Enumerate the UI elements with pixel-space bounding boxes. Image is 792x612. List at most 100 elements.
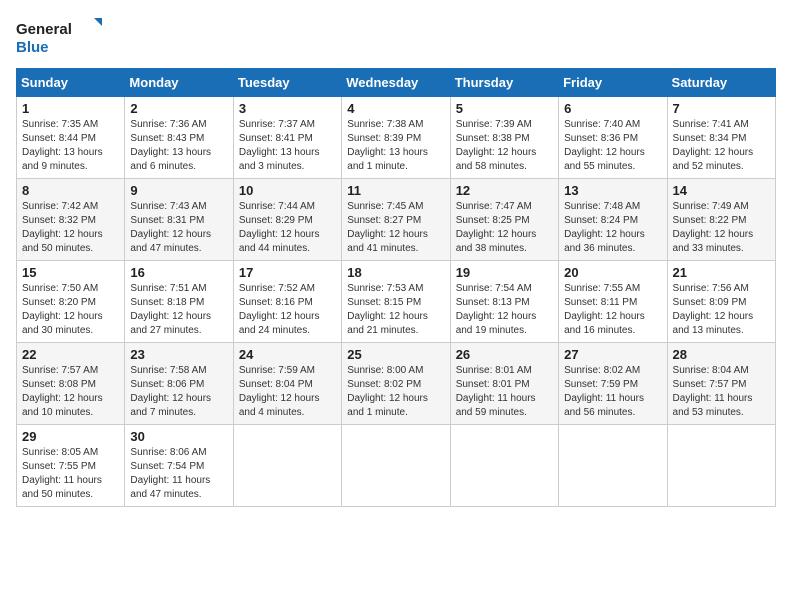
cell-info: Sunrise: 7:39 AMSunset: 8:38 PMDaylight:… xyxy=(456,118,553,174)
table-row: 20 Sunrise: 7:55 AMSunset: 8:11 PMDayligh… xyxy=(559,261,667,343)
cell-info: Sunrise: 7:47 AMSunset: 8:25 PMDaylight:… xyxy=(456,200,553,256)
table-row: 7 Sunrise: 7:41 AMSunset: 8:34 PMDaylight… xyxy=(667,97,775,179)
cell-info: Sunrise: 8:04 AMSunset: 7:57 PMDaylight:… xyxy=(673,364,770,420)
cell-info: Sunrise: 7:52 AMSunset: 8:16 PMDaylight:… xyxy=(239,282,336,338)
day-number: 20 xyxy=(564,265,661,280)
cell-info: Sunrise: 7:40 AMSunset: 8:36 PMDaylight:… xyxy=(564,118,661,174)
dow-thursday: Thursday xyxy=(450,69,558,97)
day-number: 7 xyxy=(673,101,770,116)
day-number: 3 xyxy=(239,101,336,116)
week-row-4: 22 Sunrise: 7:57 AMSunset: 8:08 PMDayligh… xyxy=(17,343,776,425)
table-row: 23Sunrise: 7:58 AMSunset: 8:06 PMDayligh… xyxy=(125,343,233,425)
table-row: 11Sunrise: 7:45 AMSunset: 8:27 PMDayligh… xyxy=(342,179,450,261)
cell-info: Sunrise: 7:38 AMSunset: 8:39 PMDaylight:… xyxy=(347,118,444,174)
cell-info: Sunrise: 7:56 AMSunset: 8:09 PMDaylight:… xyxy=(673,282,770,338)
table-row: 27 Sunrise: 8:02 AMSunset: 7:59 PMDayligh… xyxy=(559,343,667,425)
calendar-table: SundayMondayTuesdayWednesdayThursdayFrid… xyxy=(16,68,776,507)
table-row: 1Sunrise: 7:35 AMSunset: 8:44 PMDaylight… xyxy=(17,97,125,179)
svg-text:Blue: Blue xyxy=(16,39,49,56)
dow-wednesday: Wednesday xyxy=(342,69,450,97)
cell-info: Sunrise: 7:51 AMSunset: 8:18 PMDaylight:… xyxy=(130,282,227,338)
logo: General Blue xyxy=(16,16,106,56)
day-number: 6 xyxy=(564,101,661,116)
day-number: 29 xyxy=(22,429,119,444)
day-number: 19 xyxy=(456,265,553,280)
table-row: 2Sunrise: 7:36 AMSunset: 8:43 PMDaylight… xyxy=(125,97,233,179)
table-row: 16 Sunrise: 7:51 AMSunset: 8:18 PMDayligh… xyxy=(125,261,233,343)
cell-info: Sunrise: 8:05 AMSunset: 7:55 PMDaylight:… xyxy=(22,446,119,502)
week-row-2: 8Sunrise: 7:42 AMSunset: 8:32 PMDaylight… xyxy=(17,179,776,261)
day-number: 26 xyxy=(456,347,553,362)
table-row: 10 Sunrise: 7:44 AMSunset: 8:29 PMDayligh… xyxy=(233,179,341,261)
cell-info: Sunrise: 7:48 AMSunset: 8:24 PMDaylight:… xyxy=(564,200,661,256)
day-number: 10 xyxy=(239,183,336,198)
day-number: 2 xyxy=(130,101,227,116)
cell-info: Sunrise: 7:49 AMSunset: 8:22 PMDaylight:… xyxy=(673,200,770,256)
day-number: 14 xyxy=(673,183,770,198)
day-number: 15 xyxy=(22,265,119,280)
table-row: 25 Sunrise: 8:00 AMSunset: 8:02 PMDayligh… xyxy=(342,343,450,425)
cell-info: Sunrise: 7:42 AMSunset: 8:32 PMDaylight:… xyxy=(22,200,119,256)
logo-svg: General Blue xyxy=(16,16,106,56)
day-number: 22 xyxy=(22,347,119,362)
table-row: 28 Sunrise: 8:04 AMSunset: 7:57 PMDayligh… xyxy=(667,343,775,425)
cell-info: Sunrise: 8:06 AMSunset: 7:54 PMDaylight:… xyxy=(130,446,227,502)
cell-info: Sunrise: 7:55 AMSunset: 8:11 PMDaylight:… xyxy=(564,282,661,338)
day-number: 21 xyxy=(673,265,770,280)
table-row xyxy=(342,425,450,507)
table-row: 14 Sunrise: 7:49 AMSunset: 8:22 PMDayligh… xyxy=(667,179,775,261)
day-number: 5 xyxy=(456,101,553,116)
svg-text:General: General xyxy=(16,21,72,38)
cell-info: Sunrise: 7:41 AMSunset: 8:34 PMDaylight:… xyxy=(673,118,770,174)
table-row: 17 Sunrise: 7:52 AMSunset: 8:16 PMDayligh… xyxy=(233,261,341,343)
week-row-1: 1Sunrise: 7:35 AMSunset: 8:44 PMDaylight… xyxy=(17,97,776,179)
day-number: 12 xyxy=(456,183,553,198)
day-number: 28 xyxy=(673,347,770,362)
table-row: 29 Sunrise: 8:05 AMSunset: 7:55 PMDayligh… xyxy=(17,425,125,507)
cell-info: Sunrise: 7:59 AMSunset: 8:04 PMDaylight:… xyxy=(239,364,336,420)
table-row: 12 Sunrise: 7:47 AMSunset: 8:25 PMDayligh… xyxy=(450,179,558,261)
day-number: 4 xyxy=(347,101,444,116)
day-number: 27 xyxy=(564,347,661,362)
day-number: 16 xyxy=(130,265,227,280)
day-number: 17 xyxy=(239,265,336,280)
table-row: 3 Sunrise: 7:37 AMSunset: 8:41 PMDaylight… xyxy=(233,97,341,179)
cell-info: Sunrise: 7:54 AMSunset: 8:13 PMDaylight:… xyxy=(456,282,553,338)
table-row: 21 Sunrise: 7:56 AMSunset: 8:09 PMDayligh… xyxy=(667,261,775,343)
table-row xyxy=(233,425,341,507)
week-row-3: 15Sunrise: 7:50 AMSunset: 8:20 PMDayligh… xyxy=(17,261,776,343)
cell-info: Sunrise: 8:02 AMSunset: 7:59 PMDaylight:… xyxy=(564,364,661,420)
dow-friday: Friday xyxy=(559,69,667,97)
days-of-week-header: SundayMondayTuesdayWednesdayThursdayFrid… xyxy=(17,69,776,97)
table-row: 13Sunrise: 7:48 AMSunset: 8:24 PMDayligh… xyxy=(559,179,667,261)
day-number: 18 xyxy=(347,265,444,280)
table-row: 9 Sunrise: 7:43 AMSunset: 8:31 PMDaylight… xyxy=(125,179,233,261)
cell-info: Sunrise: 8:01 AMSunset: 8:01 PMDaylight:… xyxy=(456,364,553,420)
table-row: 8Sunrise: 7:42 AMSunset: 8:32 PMDaylight… xyxy=(17,179,125,261)
table-row: 4 Sunrise: 7:38 AMSunset: 8:39 PMDaylight… xyxy=(342,97,450,179)
cell-info: Sunrise: 7:37 AMSunset: 8:41 PMDaylight:… xyxy=(239,118,336,174)
table-row: 26 Sunrise: 8:01 AMSunset: 8:01 PMDayligh… xyxy=(450,343,558,425)
cell-info: Sunrise: 7:58 AMSunset: 8:06 PMDaylight:… xyxy=(130,364,227,420)
cell-info: Sunrise: 8:00 AMSunset: 8:02 PMDaylight:… xyxy=(347,364,444,420)
dow-monday: Monday xyxy=(125,69,233,97)
table-row: 24Sunrise: 7:59 AMSunset: 8:04 PMDayligh… xyxy=(233,343,341,425)
table-row: 5 Sunrise: 7:39 AMSunset: 8:38 PMDaylight… xyxy=(450,97,558,179)
table-row: 18 Sunrise: 7:53 AMSunset: 8:15 PMDayligh… xyxy=(342,261,450,343)
table-row: 22 Sunrise: 7:57 AMSunset: 8:08 PMDayligh… xyxy=(17,343,125,425)
calendar-body: 1Sunrise: 7:35 AMSunset: 8:44 PMDaylight… xyxy=(17,97,776,507)
page-header: General Blue xyxy=(16,16,776,56)
table-row xyxy=(559,425,667,507)
day-number: 30 xyxy=(130,429,227,444)
cell-info: Sunrise: 7:53 AMSunset: 8:15 PMDaylight:… xyxy=(347,282,444,338)
dow-sunday: Sunday xyxy=(17,69,125,97)
cell-info: Sunrise: 7:57 AMSunset: 8:08 PMDaylight:… xyxy=(22,364,119,420)
table-row: 19 Sunrise: 7:54 AMSunset: 8:13 PMDayligh… xyxy=(450,261,558,343)
cell-info: Sunrise: 7:44 AMSunset: 8:29 PMDaylight:… xyxy=(239,200,336,256)
cell-info: Sunrise: 7:35 AMSunset: 8:44 PMDaylight:… xyxy=(22,118,119,174)
table-row: 6 Sunrise: 7:40 AMSunset: 8:36 PMDaylight… xyxy=(559,97,667,179)
day-number: 25 xyxy=(347,347,444,362)
cell-info: Sunrise: 7:45 AMSunset: 8:27 PMDaylight:… xyxy=(347,200,444,256)
cell-info: Sunrise: 7:43 AMSunset: 8:31 PMDaylight:… xyxy=(130,200,227,256)
day-number: 9 xyxy=(130,183,227,198)
